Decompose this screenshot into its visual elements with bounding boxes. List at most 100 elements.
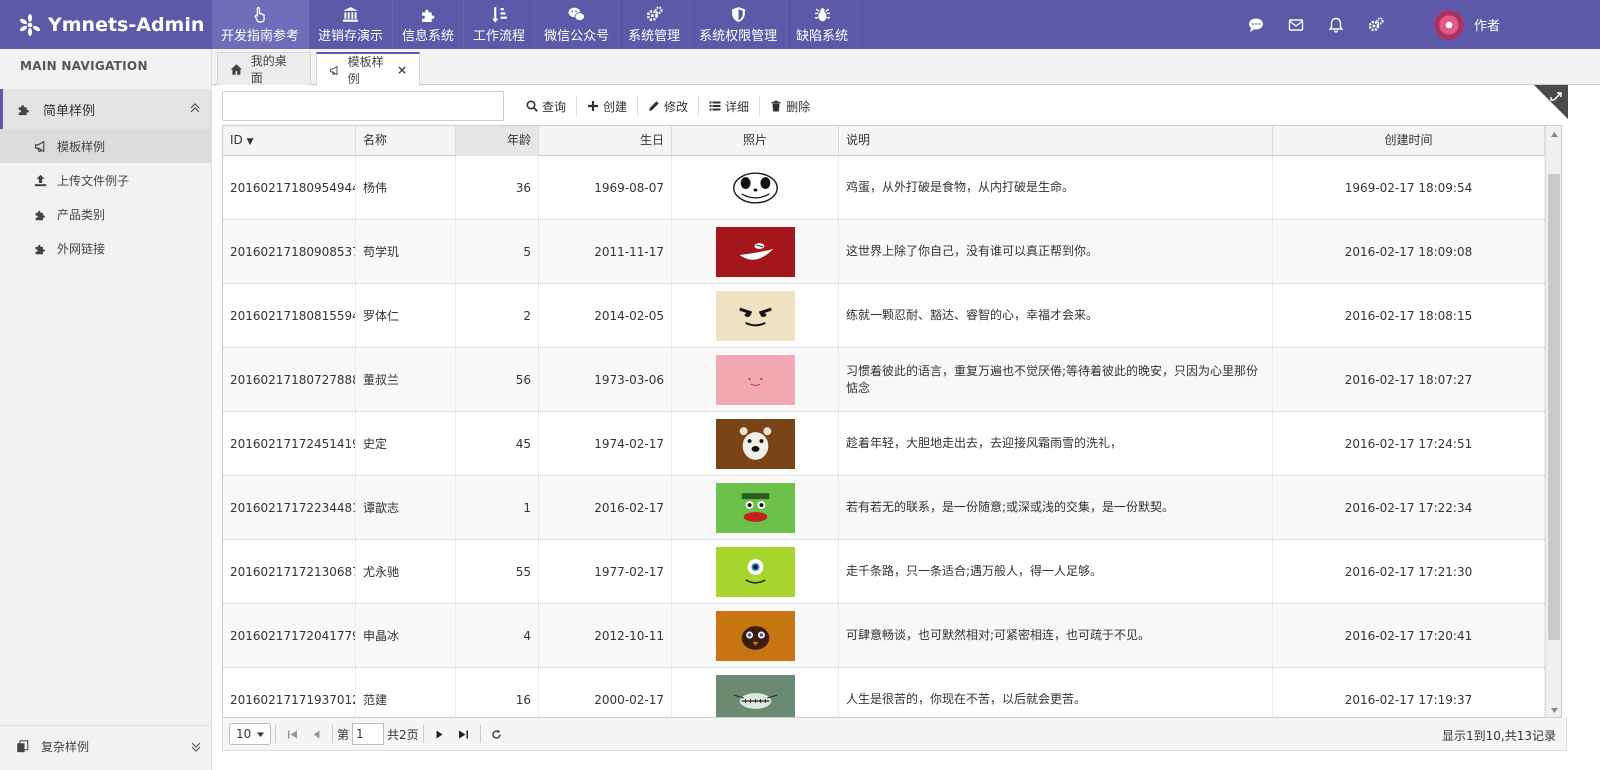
table-row[interactable]: 201602171809549444 杨伟 36 1969-08-07 鸡蛋，从外打破是…	[223, 156, 1545, 220]
column-header-age[interactable]: 年龄	[456, 126, 539, 156]
sidebar-group-complex[interactable]: 复杂样例	[0, 725, 212, 767]
cell-birthday: 1969-08-07	[539, 156, 672, 219]
photo-thumbnail[interactable]	[715, 226, 795, 277]
scroll-down-icon[interactable]	[1550, 706, 1559, 715]
table-row[interactable]: 201602171722344815 谭歆志 1 2016-02-17 若有若无的联系，…	[223, 476, 1545, 540]
column-label: 照片	[742, 133, 767, 147]
cell-id: 201602171809085377	[223, 220, 356, 283]
next-page-icon	[436, 730, 443, 738]
face-illustration	[738, 307, 772, 326]
topnav-item-system-admin[interactable]: 系统管理	[619, 0, 691, 49]
column-header-photo[interactable]: 照片	[672, 126, 839, 156]
cell-description: 趁着年轻，大胆地走出去，去迎接风霜雨雪的洗礼，	[839, 412, 1273, 475]
user-menu[interactable]: 作者	[1396, 9, 1600, 40]
topnav-item-permissions[interactable]: 系统权限管理	[690, 0, 788, 49]
topnav-item-info-system[interactable]: 信息系统	[393, 0, 465, 49]
page-size-select[interactable]: 10	[229, 723, 271, 745]
sidebar-item-category[interactable]: 产品类别	[0, 197, 211, 231]
prev-page-button[interactable]	[304, 723, 328, 745]
column-header-description[interactable]: 说明	[839, 126, 1273, 156]
puzzle-icon	[18, 105, 29, 116]
photo-thumbnail[interactable]	[715, 482, 795, 533]
photo-thumbnail[interactable]	[715, 546, 795, 597]
expand-corner-icon[interactable]	[1534, 85, 1568, 119]
photo-thumbnail[interactable]	[715, 418, 795, 469]
photo-thumbnail[interactable]	[715, 354, 795, 405]
face-illustration	[732, 171, 778, 204]
pager-info: 显示1到10,共13记录	[1442, 729, 1556, 743]
scroll-up-icon[interactable]	[1550, 130, 1559, 139]
delete-button[interactable]: 删除	[760, 96, 820, 116]
sidebar-item-upload[interactable]: 上传文件例子	[0, 163, 211, 197]
face-illustration	[747, 377, 763, 386]
photo-thumbnail[interactable]	[715, 162, 795, 213]
table-row[interactable]: 201602171807278882 董叔兰 56 1973-03-06 习惯着彼此的语…	[223, 348, 1545, 412]
cell-birthday: 2014-02-05	[539, 284, 672, 347]
first-page-button[interactable]	[280, 723, 304, 745]
notifications-button[interactable]	[1316, 0, 1356, 49]
cell-id: 201602171808155941	[223, 284, 356, 347]
table-row[interactable]: 201602171720417797 申晶冰 4 2012-10-11 可肆意畅谈，也可…	[223, 604, 1545, 668]
cell-name: 史定	[356, 412, 456, 475]
chat-button[interactable]	[1236, 0, 1276, 49]
next-page-button[interactable]	[428, 723, 452, 745]
data-grid: ID ▼ 名称 年龄 生日 照片 说明 创建时间 201602171809549…	[222, 125, 1562, 718]
chevron-down-icon	[191, 742, 201, 752]
puzzle-icon	[35, 244, 45, 254]
total-pages: 共2页	[387, 727, 419, 742]
bullhorn-icon	[35, 140, 45, 152]
topnav-label: 信息系统	[402, 28, 455, 44]
photo-thumbnail[interactable]	[715, 610, 795, 661]
sort-icon	[491, 6, 507, 22]
tab-close-icon[interactable]: ×	[397, 63, 407, 77]
table-row[interactable]: 201602171724514198 史定 45 1974-02-17 趁着年轻，大胆地…	[223, 412, 1545, 476]
cell-created: 2016-02-17 17:24:51	[1273, 412, 1545, 475]
sidebar-item-external-links[interactable]: 外网链接	[0, 231, 211, 265]
column-header-created[interactable]: 创建时间	[1273, 126, 1545, 156]
topnav-item-workflow[interactable]: 工作流程	[464, 0, 536, 49]
tab-label: 模板样例	[347, 55, 384, 86]
table-row[interactable]: 201602171808155941 罗体仁 2 2014-02-05 练就一颗忍耐、豁…	[223, 284, 1545, 348]
search-input[interactable]	[222, 91, 504, 121]
topnav-label: 系统权限管理	[699, 28, 778, 44]
query-button[interactable]: 查询	[516, 96, 578, 116]
column-header-birthday[interactable]: 生日	[539, 126, 672, 156]
photo-thumbnail[interactable]	[715, 674, 795, 717]
tab-template[interactable]: 模板样例 ×	[316, 52, 420, 86]
sidebar-item-template[interactable]: 模板样例	[0, 129, 211, 163]
create-button[interactable]: 创建	[577, 96, 639, 116]
topnav-item-dev-guide[interactable]: 开发指南参考	[212, 0, 310, 49]
cell-name: 尤永驰	[356, 540, 456, 603]
vertical-scrollbar[interactable]	[1545, 126, 1561, 717]
scrollbar-thumb[interactable]	[1548, 174, 1560, 640]
sidebar-heading: MAIN NAVIGATION	[20, 59, 148, 73]
topnav-item-wechat[interactable]: 微信公众号	[535, 0, 620, 49]
edit-button[interactable]: 修改	[638, 96, 700, 116]
refresh-button[interactable]	[485, 723, 509, 745]
pencil-icon	[649, 101, 659, 111]
grid-body: 201602171809549444 杨伟 36 1969-08-07 鸡蛋，从外打破是…	[223, 156, 1545, 717]
table-row[interactable]: 201602171721306879 尤永驰 55 1977-02-17 走千条路，只一…	[223, 540, 1545, 604]
cell-id: 201602171724514198	[223, 412, 356, 475]
tab-desktop[interactable]: 我的桌面	[217, 52, 311, 85]
column-header-name[interactable]: 名称	[356, 126, 456, 156]
brand[interactable]: Ymnets-Admin	[0, 0, 212, 49]
mail-button[interactable]	[1276, 0, 1316, 49]
topnav-label: 系统管理	[628, 28, 681, 44]
settings-button[interactable]	[1356, 0, 1396, 49]
column-header-id[interactable]: ID ▼	[223, 126, 356, 156]
cell-age: 45	[456, 412, 539, 475]
sidebar-group-simple[interactable]: 简单样例	[0, 89, 211, 129]
topnav-item-defects[interactable]: 缺陷系统	[787, 0, 859, 49]
table-row[interactable]: 201602171809085377 苟学玑 5 2011-11-17 这世界上除了你自…	[223, 220, 1545, 284]
ymnets-logo-icon	[19, 13, 41, 36]
cell-photo	[672, 540, 839, 603]
last-page-button[interactable]	[452, 723, 476, 745]
topnav-item-inventory-demo[interactable]: 进销存演示	[309, 0, 394, 49]
last-page-icon	[459, 730, 469, 738]
photo-thumbnail[interactable]	[715, 290, 795, 341]
gears-icon	[1368, 16, 1384, 31]
detail-button[interactable]: 详细	[699, 96, 761, 116]
page-number-input[interactable]: 1	[352, 723, 385, 745]
table-row[interactable]: 201602171719370124 范建 16 2000-02-17 人生是很苦的，你…	[223, 668, 1545, 717]
